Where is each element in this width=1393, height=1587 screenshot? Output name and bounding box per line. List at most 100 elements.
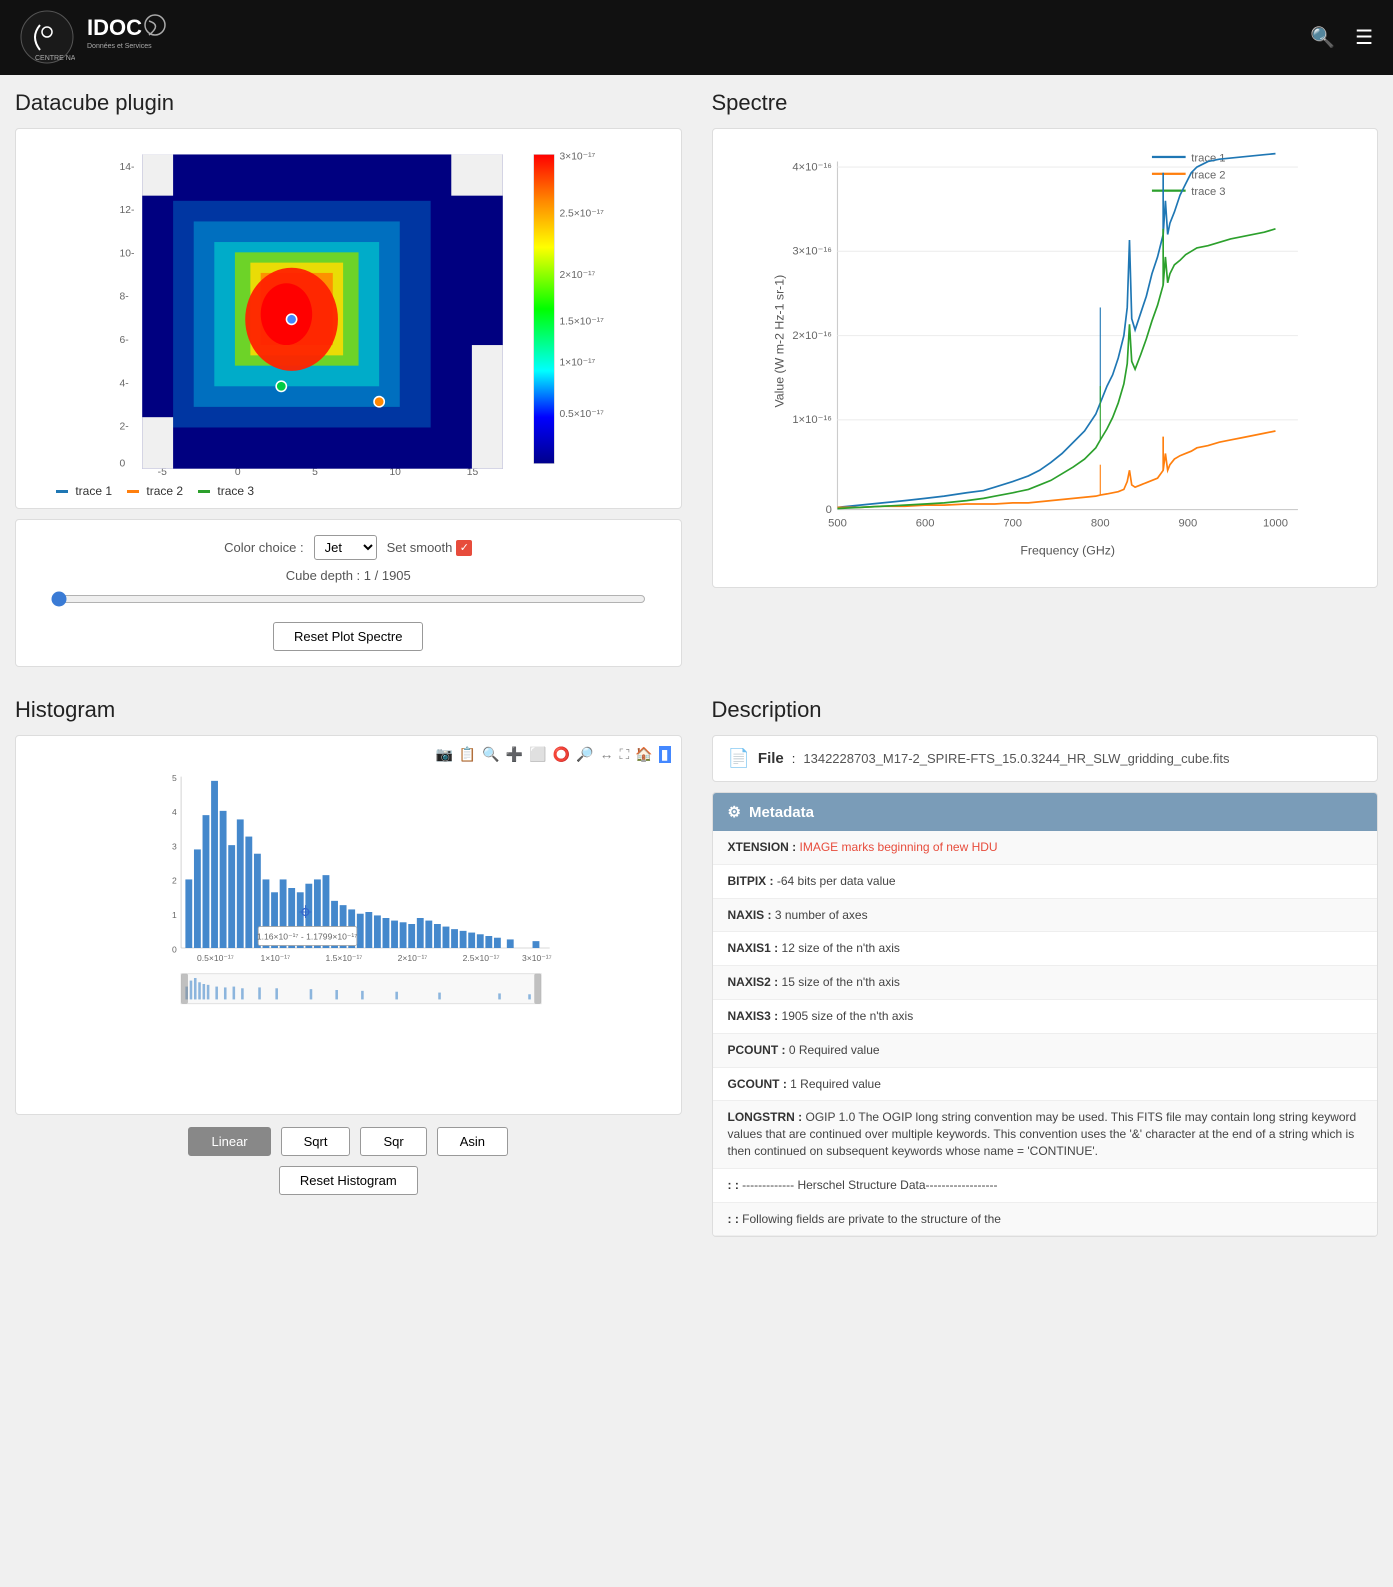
svg-text:900: 900 <box>1178 517 1197 529</box>
svg-text:3×10⁻¹⁷: 3×10⁻¹⁷ <box>522 953 552 963</box>
cube-depth-text: Cube depth : 1 / 1905 <box>31 568 666 583</box>
search-icon[interactable]: 🔍 <box>1310 25 1335 50</box>
file-label: File <box>758 750 784 767</box>
zoom-icon[interactable]: 🔎 <box>576 746 593 763</box>
svg-text:0: 0 <box>120 459 126 470</box>
zoom-in-icon[interactable]: 🔍 <box>482 746 499 763</box>
reset-histogram-button[interactable]: Reset Histogram <box>279 1166 418 1195</box>
metadata-card: ⚙ Metadata XTENSION : IMAGE marks beginn… <box>712 792 1379 1237</box>
metadata-header: ⚙ Metadata <box>713 793 1378 831</box>
menu-icon[interactable]: ☰ <box>1355 25 1373 50</box>
svg-text:800: 800 <box>1090 517 1109 529</box>
svg-text:0: 0 <box>825 504 831 516</box>
svg-text:500: 500 <box>828 517 847 529</box>
svg-text:3×10⁻¹⁷: 3×10⁻¹⁷ <box>559 152 595 163</box>
description-panel: Description 📄 File : 1342228703_M17-2_SP… <box>697 682 1393 1252</box>
svg-text:1×10⁻¹⁷: 1×10⁻¹⁷ <box>261 953 291 963</box>
svg-text:1.5×10⁻¹⁷: 1.5×10⁻¹⁷ <box>559 316 604 327</box>
logo-group: CENTRE NATIONAL IDOC Données et Services <box>20 10 167 65</box>
spectre-card: trace 1 trace 2 trace 3 <box>712 128 1379 588</box>
svg-text:2×10⁻¹⁷: 2×10⁻¹⁷ <box>559 270 595 281</box>
spectre-title: Spectre <box>712 90 1379 116</box>
depth-slider[interactable] <box>51 591 646 607</box>
asin-button[interactable]: Asin <box>437 1127 508 1156</box>
color-controls-row: Color choice : Jet Hot Cool Gray Set smo… <box>31 535 666 560</box>
metadata-row: NAXIS : 3 number of axes <box>713 899 1378 933</box>
metadata-title: Metadata <box>749 804 814 821</box>
move-icon[interactable]: ↔ <box>600 746 614 763</box>
datacube-panel: Datacube plugin <box>0 75 697 682</box>
reset-axes-icon[interactable]: 🏠 <box>635 746 652 763</box>
set-smooth-checkbox[interactable]: ✓ <box>456 540 472 556</box>
heatmap-svg[interactable]: 14- 12- 10- 8- 6- 4- 2- 0 -5 0 5 10 15 <box>26 139 671 479</box>
histogram-toolbar: 📷 📋 🔍 ➕ ⬜ ⭕ 🔎 ↔ ⛶ 🏠 ▮ <box>26 746 671 763</box>
color-select[interactable]: Jet Hot Cool Gray <box>314 535 377 560</box>
copy-icon[interactable]: 📋 <box>459 746 476 763</box>
metadata-row: NAXIS2 : 15 size of the n'th axis <box>713 966 1378 1000</box>
metadata-rows: XTENSION : IMAGE marks beginning of new … <box>713 831 1378 1236</box>
trace2-point[interactable] <box>374 397 384 407</box>
svg-text:1000: 1000 <box>1262 517 1287 529</box>
metadata-row: GCOUNT : 1 Required value <box>713 1068 1378 1102</box>
selection-icon[interactable]: ⬜ <box>529 746 546 763</box>
svg-text:1.16×10⁻¹⁷ - 1.1799×10⁻¹⁷: 1.16×10⁻¹⁷ - 1.1799×10⁻¹⁷ <box>257 931 357 941</box>
histogram-card: 📷 📋 🔍 ➕ ⬜ ⭕ 🔎 ↔ ⛶ 🏠 ▮ <box>15 735 682 1115</box>
trace3-point[interactable] <box>276 381 286 391</box>
svg-text:12-: 12- <box>120 205 135 216</box>
app-header: CENTRE NATIONAL IDOC Données et Services… <box>0 0 1393 75</box>
svg-text:10-: 10- <box>120 248 135 259</box>
svg-text:trace 2: trace 2 <box>1191 169 1225 181</box>
camera-icon[interactable]: 📷 <box>435 746 452 763</box>
file-name: 1342228703_M17-2_SPIRE-FTS_15.0.3244_HR_… <box>803 751 1229 766</box>
file-icon: 📄 <box>728 748 750 769</box>
histogram-svg[interactable]: 0 1 2 3 4 5 0.5×10⁻¹⁷ 1×10⁻¹⁷ 1.5×10⁻¹⁷ … <box>26 768 671 1008</box>
color-choice-label: Color choice : <box>224 540 303 555</box>
svg-text:IDOC: IDOC <box>87 15 142 40</box>
autoscale-icon[interactable]: ⛶ <box>620 746 630 763</box>
metadata-row: XTENSION : IMAGE marks beginning of new … <box>713 831 1378 865</box>
svg-text:1×10⁻¹⁶: 1×10⁻¹⁶ <box>792 414 832 426</box>
metadata-row: LONGSTRN : OGIP 1.0 The OGIP long string… <box>713 1101 1378 1168</box>
idoc-logo: IDOC Données et Services <box>87 13 167 63</box>
description-title: Description <box>712 697 1379 723</box>
main-content: Datacube plugin <box>0 75 1393 1252</box>
sqrt-button[interactable]: Sqrt <box>281 1127 351 1156</box>
header-actions: 🔍 ☰ <box>1310 25 1373 50</box>
bar-icon[interactable]: ▮ <box>659 746 671 763</box>
svg-text:2×10⁻¹⁶: 2×10⁻¹⁶ <box>792 330 832 342</box>
svg-text:1×10⁻¹⁷: 1×10⁻¹⁷ <box>559 358 595 369</box>
controls-card: Color choice : Jet Hot Cool Gray Set smo… <box>15 519 682 667</box>
svg-text:700: 700 <box>1003 517 1022 529</box>
svg-text:1.5×10⁻¹⁷: 1.5×10⁻¹⁷ <box>326 953 363 963</box>
metadata-row: BITPIX : -64 bits per data value <box>713 865 1378 899</box>
svg-text:3: 3 <box>172 841 177 851</box>
svg-text:2.5×10⁻¹⁷: 2.5×10⁻¹⁷ <box>463 953 500 963</box>
svg-text:600: 600 <box>915 517 934 529</box>
metadata-row: NAXIS1 : 12 size of the n'th axis <box>713 932 1378 966</box>
svg-text:2: 2 <box>172 876 177 886</box>
svg-text:trace 3: trace 3 <box>1191 186 1225 198</box>
svg-text:Value (W m-2 Hz-1 sr-1): Value (W m-2 Hz-1 sr-1) <box>772 275 786 408</box>
svg-text:4: 4 <box>172 807 177 817</box>
spectre-svg[interactable]: trace 1 trace 2 trace 3 <box>723 139 1368 577</box>
trace2-legend: trace 2 <box>127 484 183 498</box>
svg-text:CENTRE NATIONAL: CENTRE NATIONAL <box>35 55 75 62</box>
sqr-button[interactable]: Sqr <box>360 1127 426 1156</box>
file-colon: : <box>792 751 796 766</box>
plus-icon[interactable]: ➕ <box>506 746 523 763</box>
metadata-row: : : Following fields are private to the … <box>713 1203 1378 1237</box>
lasso-icon[interactable]: ⭕ <box>553 746 570 763</box>
svg-text:0.5×10⁻¹⁷: 0.5×10⁻¹⁷ <box>559 409 604 420</box>
linear-button[interactable]: Linear <box>188 1127 270 1156</box>
svg-text:2-: 2- <box>120 422 129 433</box>
set-smooth-group: Set smooth ✓ <box>387 540 473 556</box>
reset-plot-spectre-button[interactable]: Reset Plot Spectre <box>273 622 423 651</box>
file-card: 📄 File : 1342228703_M17-2_SPIRE-FTS_15.0… <box>712 735 1379 782</box>
trace1-point[interactable] <box>286 314 296 324</box>
histogram-buttons: Linear Sqrt Sqr Asin <box>15 1127 682 1156</box>
bottom-row: Histogram 📷 📋 🔍 ➕ ⬜ ⭕ 🔎 ↔ ⛶ 🏠 ▮ <box>0 682 1393 1252</box>
svg-text:Frequency (GHz): Frequency (GHz) <box>1020 544 1115 558</box>
svg-text:5: 5 <box>172 773 177 783</box>
svg-text:2×10⁻¹⁷: 2×10⁻¹⁷ <box>398 953 428 963</box>
svg-text:14-: 14- <box>120 162 135 173</box>
